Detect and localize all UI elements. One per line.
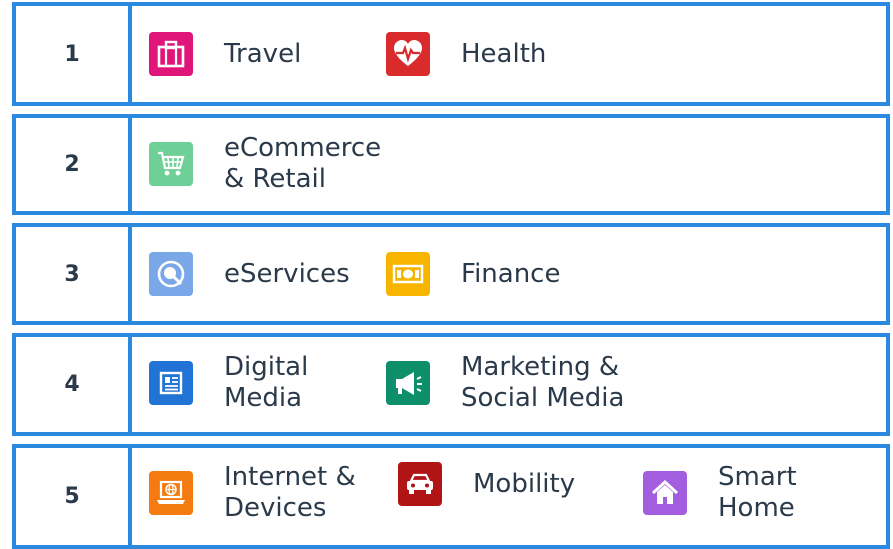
category-label: Smart Home bbox=[718, 462, 797, 523]
category-ecommerce: eCommerce & Retail bbox=[149, 133, 381, 195]
row-5: 5 Internet & Devices Mobility Smart Home bbox=[12, 444, 890, 549]
car-icon bbox=[398, 462, 442, 506]
row-1: 1 Travel Health bbox=[12, 2, 890, 106]
row-number: 1 bbox=[16, 6, 132, 102]
category-smart-home: Smart Home bbox=[643, 462, 797, 524]
category-label: eServices bbox=[224, 258, 350, 289]
row-2: 2 eCommerce & Retail bbox=[12, 114, 890, 215]
category-label: Internet & Devices bbox=[224, 462, 356, 523]
row-number: 2 bbox=[16, 118, 132, 211]
suitcase-icon bbox=[149, 32, 193, 76]
megaphone-icon bbox=[386, 361, 430, 405]
row-3: 3 eServices Finance bbox=[12, 223, 890, 325]
category-label: Mobility bbox=[473, 468, 576, 499]
category-label: eCommerce & Retail bbox=[224, 133, 382, 194]
category-digital-media: Digital Media bbox=[149, 352, 308, 414]
newspaper-icon bbox=[149, 361, 193, 405]
category-mobility: Mobility bbox=[398, 462, 575, 506]
category-label: Travel bbox=[224, 38, 302, 69]
category-marketing: Marketing & Social Media bbox=[386, 352, 624, 414]
row-number: 4 bbox=[16, 337, 132, 432]
category-label: Marketing & Social Media bbox=[461, 352, 625, 413]
category-travel: Travel bbox=[149, 32, 301, 76]
laptop-globe-icon bbox=[149, 471, 193, 515]
banknote-icon bbox=[386, 252, 430, 296]
shopping-cart-icon bbox=[149, 142, 193, 186]
heart-pulse-icon bbox=[386, 32, 430, 76]
row-number: 3 bbox=[16, 227, 132, 321]
category-internet-devices: Internet & Devices bbox=[149, 462, 356, 524]
category-health: Health bbox=[386, 32, 546, 76]
category-finance: Finance bbox=[386, 252, 560, 296]
category-eservices: eServices bbox=[149, 252, 350, 296]
category-label: Finance bbox=[461, 258, 561, 289]
row-number: 5 bbox=[16, 448, 132, 545]
category-label: Digital Media bbox=[224, 352, 309, 413]
row-4: 4 Digital Media Marketing & Social Media bbox=[12, 333, 890, 436]
eservices-icon bbox=[149, 252, 193, 296]
category-label: Health bbox=[461, 38, 547, 69]
house-icon bbox=[643, 471, 687, 515]
